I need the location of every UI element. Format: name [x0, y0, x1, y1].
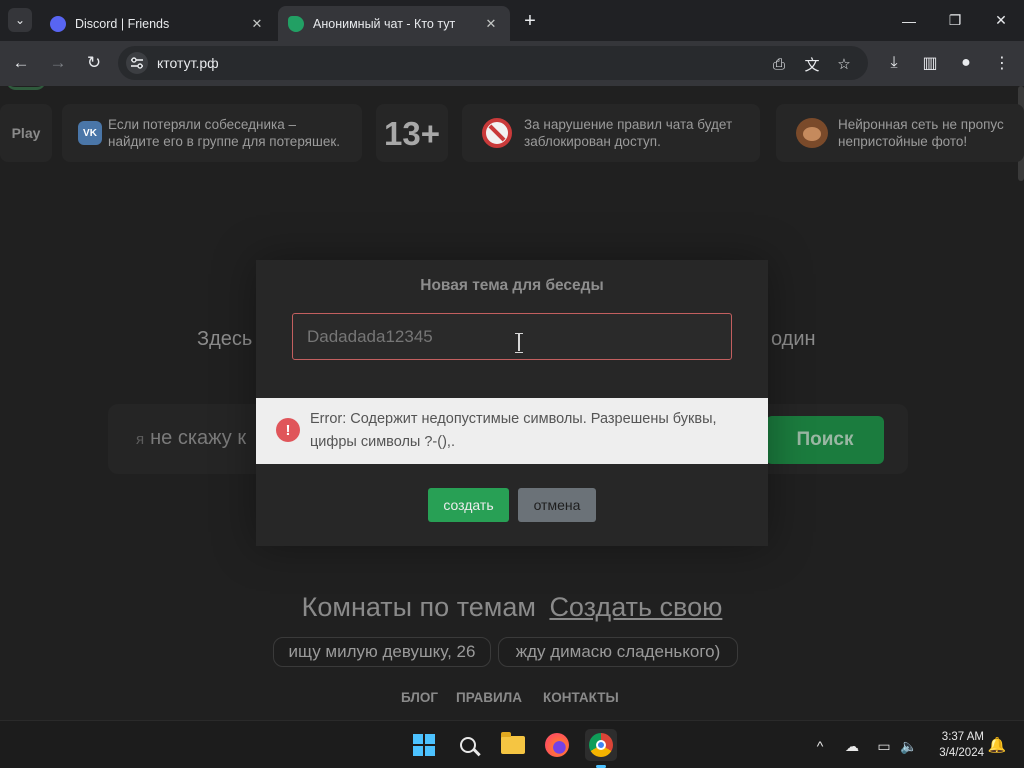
address-bar[interactable]: ктотут.рф ⎙ 文 ☆ [118, 46, 868, 80]
info-card-age: 13+ [376, 104, 448, 162]
create-button[interactable]: создать [428, 488, 509, 522]
tab-title: Discord | Friends [75, 16, 170, 31]
url-text: ктотут.рф [157, 55, 219, 71]
prohibited-icon [482, 118, 512, 148]
footer-link-blog[interactable]: БЛОГ [401, 690, 438, 705]
site-logo [6, 86, 46, 90]
play-label: Play [11, 124, 41, 141]
search-input[interactable]: я не скажу к [136, 427, 246, 450]
network-icon[interactable]: ▭ [874, 736, 894, 756]
room-chip[interactable]: жду димасю сладенького) [498, 637, 738, 667]
age-rating: 13+ [384, 114, 440, 152]
install-app-icon[interactable]: ⎙ [769, 54, 789, 74]
clock[interactable]: 3:37 AM 3/4/2024 [926, 729, 984, 761]
create-room-link[interactable]: Создать свою [549, 592, 722, 622]
topic-input[interactable]: Dadadada12345 [292, 313, 732, 360]
footer-link-contacts[interactable]: КОНТАКТЫ [543, 690, 619, 705]
chat-favicon-icon [288, 15, 304, 32]
info-card-text: Нейронная сеть не пропус непристойные фо… [838, 117, 1004, 149]
side-panel-icon[interactable]: ▥ [917, 50, 943, 76]
search-button[interactable]: Поиск [766, 416, 884, 464]
tab-strip: ⌄ Discord | Friends ✕ Анонимный чат - Кт… [0, 0, 1024, 41]
download-icon[interactable]: ⤓ [881, 50, 907, 76]
tab-discord[interactable]: Discord | Friends ✕ [40, 6, 276, 41]
close-tab-icon[interactable]: ✕ [248, 15, 266, 33]
search-prefix: я [136, 431, 145, 448]
show-hidden-icons-icon[interactable]: ^ [810, 736, 830, 756]
info-card-text: Если потеряли собеседника – найдите его … [108, 117, 340, 149]
search-icon[interactable] [452, 729, 484, 761]
site-settings-icon[interactable] [126, 52, 148, 74]
cloud-offline-icon[interactable]: ☁ [842, 736, 862, 756]
info-card-play[interactable]: Play [0, 104, 52, 162]
text-cursor-icon [515, 333, 523, 353]
back-icon[interactable]: ← [8, 50, 34, 76]
tab-title: Анонимный чат - Кто тут [313, 16, 456, 31]
new-tab-icon[interactable]: + [518, 9, 542, 33]
footer-link-rules[interactable]: ПРАВИЛА [456, 690, 522, 705]
see-no-evil-monkey-icon [796, 118, 828, 148]
forward-icon[interactable]: → [45, 50, 71, 76]
minimize-icon[interactable]: — [886, 0, 932, 41]
error-banner: ! Error: Содержит недопустимые символы. … [256, 398, 768, 464]
rooms-heading: Комнаты по темам Создать свою [0, 592, 1024, 623]
search-value: не скажу к [150, 427, 247, 449]
taskbar: ^ ☁ ▭ 🔈 3:37 AM 3/4/2024 🔔 [0, 720, 1024, 768]
info-card-ban: За нарушение правил чата будет заблокиро… [462, 104, 760, 162]
clock-date: 3/4/2024 [939, 747, 984, 759]
close-window-icon[interactable]: ✕ [978, 0, 1024, 41]
browser-toolbar: ← → ↻ ктотут.рф ⎙ 文 ☆ ⤓ ▥ ● ⋮ [0, 41, 1024, 86]
profile-icon[interactable]: ● [953, 50, 979, 76]
volume-muted-icon[interactable]: 🔈 [899, 736, 919, 756]
tab-search-icon[interactable]: ⌄ [8, 8, 32, 32]
reload-icon[interactable]: ↻ [81, 50, 107, 76]
restore-icon[interactable]: ❐ [932, 0, 978, 41]
rooms-title: Комнаты по темам [301, 592, 536, 622]
notification-bell-icon[interactable]: 🔔 [988, 736, 1007, 754]
close-tab-icon[interactable]: ✕ [482, 15, 500, 33]
info-card-text: За нарушение правил чата будет заблокиро… [524, 117, 733, 149]
discord-favicon-icon [50, 15, 66, 32]
cancel-button[interactable]: отмена [518, 488, 596, 522]
bookmark-star-icon[interactable]: ☆ [834, 54, 854, 74]
info-card-ai: Нейронная сеть не пропус непристойные фо… [776, 104, 1024, 162]
clock-time: 3:37 AM [941, 731, 984, 743]
firefox-icon[interactable] [541, 729, 573, 761]
menu-icon[interactable]: ⋮ [989, 50, 1015, 76]
error-icon: ! [276, 418, 300, 442]
translate-icon[interactable]: 文 [802, 54, 822, 74]
info-card-vk[interactable]: VK Если потеряли собеседника – найдите е… [62, 104, 362, 162]
vk-icon: VK [78, 121, 102, 145]
chrome-icon[interactable] [585, 729, 617, 761]
tab-anon-chat[interactable]: Анонимный чат - Кто тут ✕ [278, 6, 510, 41]
room-chip[interactable]: ищу милую девушку, 26 [273, 637, 491, 667]
hero-text-left: Здесь [197, 328, 253, 350]
start-icon[interactable] [408, 729, 440, 761]
error-message: Error: Содержит недопустимые символы. Ра… [310, 411, 717, 450]
page-content: Play VK Если потеряли собеседника – найд… [0, 86, 1024, 720]
modal-title: Новая тема для беседы [420, 277, 604, 294]
file-explorer-icon[interactable] [497, 729, 529, 761]
hero-text-right: один [771, 328, 816, 350]
